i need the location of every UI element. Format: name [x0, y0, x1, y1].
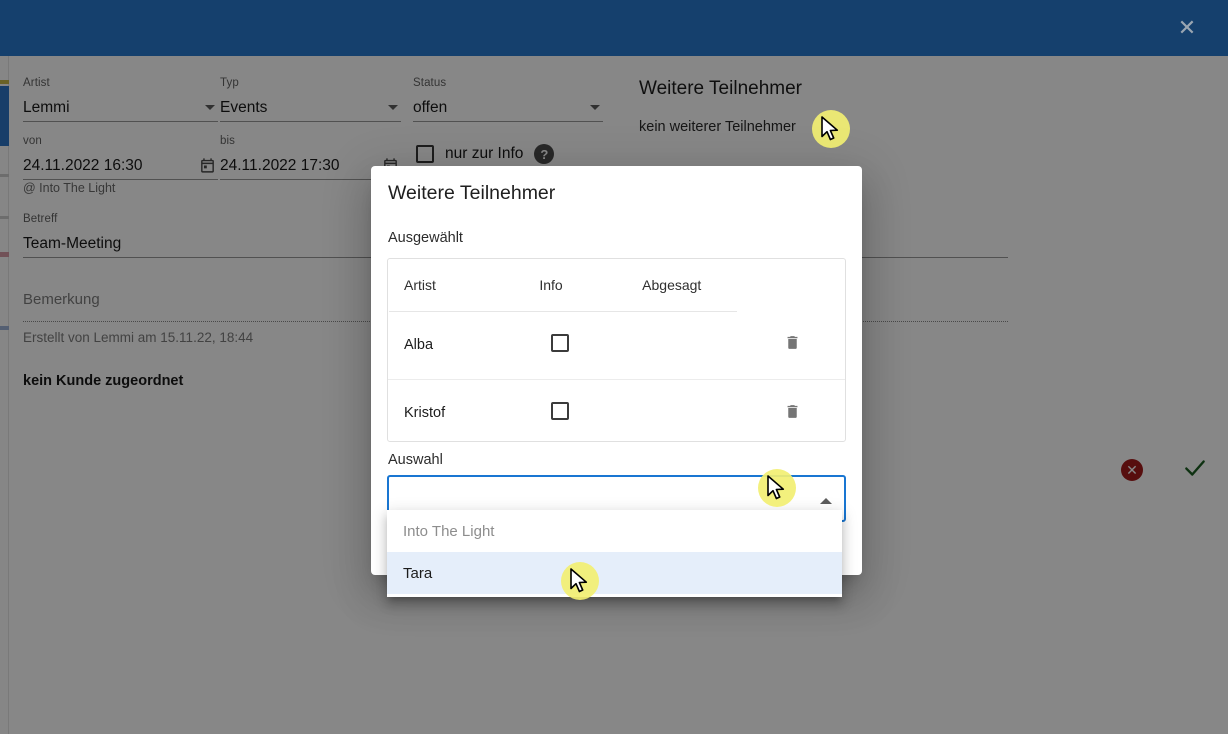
info-checkbox[interactable]	[551, 333, 570, 352]
dropdown-option-tara[interactable]: Tara	[387, 552, 842, 594]
screen: ✕ Artist Lemmi Typ Events Status offen v…	[0, 0, 1228, 740]
table-header-row: Artist Info Abgesagt	[388, 259, 845, 311]
cell-abgesagt	[626, 311, 740, 379]
trash-icon[interactable]	[784, 333, 801, 356]
cursor-pointer-option	[561, 562, 601, 602]
cursor-icon	[570, 568, 588, 593]
table-body: Alba Kristof	[388, 311, 845, 441]
close-icon[interactable]: ✕	[1174, 15, 1200, 41]
selected-label: Ausgewählt	[388, 230, 463, 246]
cell-actions[interactable]	[740, 378, 845, 441]
cell-actions[interactable]	[740, 311, 845, 379]
table-row[interactable]: Kristof	[388, 378, 845, 441]
cell-artist: Alba	[404, 336, 434, 353]
cursor-pointer-top	[812, 110, 852, 150]
window-title-bar: ✕	[0, 0, 1228, 56]
selected-participants-card: Artist Info Abgesagt Alba Kristof	[387, 258, 846, 442]
cell-info[interactable]	[523, 378, 627, 441]
column-header-artist: Artist	[404, 277, 436, 293]
trash-icon[interactable]	[784, 402, 801, 425]
dialog-title: Weitere Teilnehmer	[388, 182, 556, 204]
table-head: Artist Info Abgesagt	[388, 259, 845, 311]
cursor-icon	[767, 475, 785, 500]
cursor-icon	[821, 116, 839, 141]
table-row[interactable]: Alba	[388, 311, 845, 379]
chevron-up-icon[interactable]	[820, 498, 832, 504]
dropdown-option-into-the-light: Into The Light	[403, 522, 495, 540]
participants-table: Artist Info Abgesagt Alba Kristof	[388, 259, 845, 441]
column-header-actions	[740, 259, 845, 311]
cursor-pointer-select	[758, 469, 798, 509]
cell-info[interactable]	[523, 311, 626, 379]
column-header-abgesagt: Abgesagt	[642, 277, 702, 293]
participant-select-dropdown[interactable]: Into The Light Tara	[387, 510, 842, 597]
table-header-rule	[389, 311, 737, 312]
cell-artist: Kristof	[388, 378, 524, 441]
info-checkbox[interactable]	[551, 402, 570, 421]
selection-label: Auswahl	[388, 452, 443, 468]
column-header-info: Info	[539, 277, 563, 293]
cell-abgesagt	[626, 378, 741, 441]
